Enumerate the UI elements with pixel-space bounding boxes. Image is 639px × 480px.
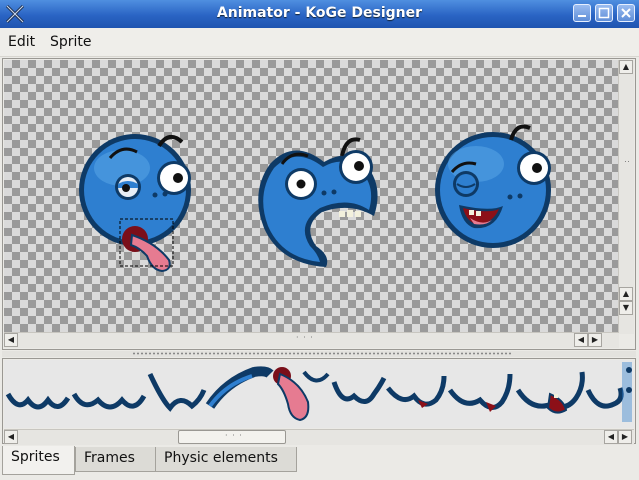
arrow-right-icon: ▶	[621, 432, 629, 441]
splitter-grip	[132, 352, 512, 355]
tab-physic-elements[interactable]: Physic elements	[155, 447, 297, 472]
scroll-grip: · · ·	[296, 333, 314, 342]
menu-edit[interactable]: Edit	[8, 34, 35, 50]
animation-canvas-panel: ▲ : ▲ ▼ ◀ · · · ◀ ▶	[2, 58, 636, 350]
arrow-down-icon: ▼	[622, 303, 630, 312]
sprite-tongue-face[interactable]	[79, 134, 191, 273]
maximize-icon	[598, 7, 610, 19]
minimize-icon	[578, 15, 586, 17]
sprite-sheet-panel: ◀ · · · ◀ ▶	[2, 358, 636, 445]
arrow-left-icon: ◀	[607, 432, 615, 441]
arrow-left-icon: ◀	[7, 432, 15, 441]
scroll-down-button[interactable]: ▼	[619, 301, 633, 315]
sprite-sheet-image	[5, 362, 632, 422]
scroll-right-button[interactable]: ▶	[618, 430, 632, 444]
sprite-open-mouth-face[interactable]	[258, 137, 378, 267]
scroll-right-button[interactable]: ▶	[588, 333, 602, 347]
arrow-right-icon: ▶	[591, 335, 599, 344]
maximize-button[interactable]	[595, 4, 613, 22]
arrow-left-icon: ◀	[7, 335, 15, 344]
scroll-grip: · · ·	[225, 431, 243, 440]
arrow-up-icon: ▲	[622, 289, 630, 298]
bottom-tab-bar: Sprites Frames Physic elements	[0, 446, 639, 480]
sprite-layer	[79, 124, 551, 273]
scroll-up-button[interactable]: ▲	[619, 60, 633, 74]
scroll-up-button-2[interactable]: ▲	[619, 287, 633, 301]
canvas-horizontal-scrollbar[interactable]: ◀ · · · ◀ ▶	[4, 332, 619, 348]
scroll-thumb[interactable]: · · ·	[178, 430, 286, 444]
arrow-up-icon: ▲	[622, 62, 630, 71]
close-icon	[621, 8, 631, 18]
tab-frames[interactable]: Frames	[75, 447, 156, 472]
tab-sprites[interactable]: Sprites	[2, 446, 75, 475]
menu-bar: Edit Sprite	[0, 28, 639, 57]
window-title: Animator - KoGe Designer	[216, 5, 423, 21]
sprite-winking-face[interactable]	[435, 124, 551, 249]
menu-sprite[interactable]: Sprite	[50, 34, 92, 50]
scroll-left-button[interactable]: ◀	[4, 430, 18, 444]
minimize-button[interactable]	[573, 4, 591, 22]
close-button[interactable]	[617, 4, 635, 22]
scroll-grip: :	[623, 160, 632, 164]
canvas-vertical-scrollbar[interactable]: ▲ : ▲ ▼	[618, 60, 634, 334]
sprite-sheet[interactable]	[4, 360, 634, 428]
animation-canvas[interactable]	[4, 60, 619, 334]
title-bar[interactable]: Animator - KoGe Designer	[0, 0, 639, 28]
scroll-left-button-2[interactable]: ◀	[574, 333, 588, 347]
panel-splitter[interactable]	[2, 351, 636, 357]
sprite-sheet-horizontal-scrollbar[interactable]: ◀ · · · ◀ ▶	[4, 429, 634, 445]
scroll-left-button-2[interactable]: ◀	[604, 430, 618, 444]
scroll-left-button[interactable]: ◀	[4, 333, 18, 347]
arrow-left-icon: ◀	[577, 335, 585, 344]
